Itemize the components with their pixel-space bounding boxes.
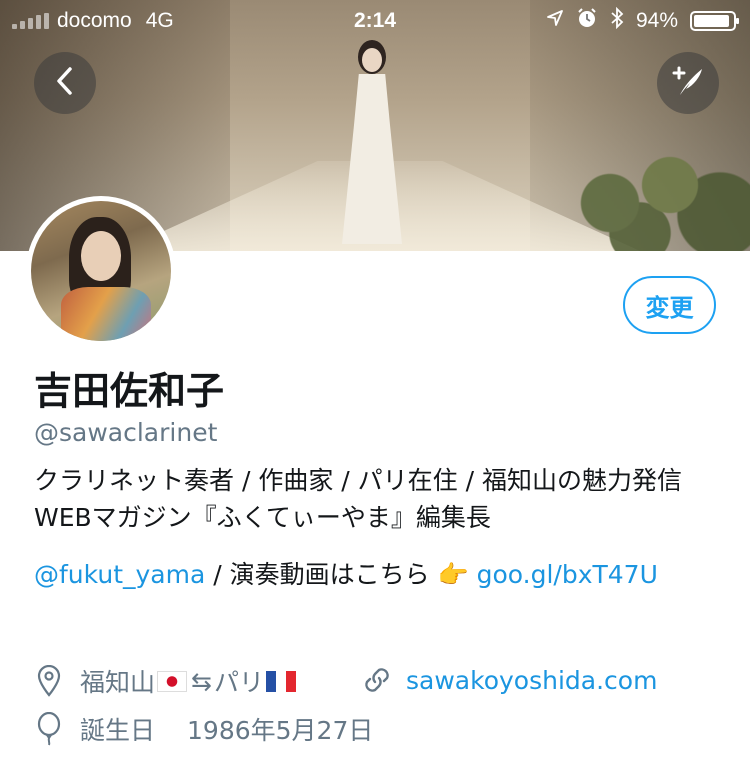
- location-from: 福知山: [80, 668, 156, 697]
- location-arrow-icon: [546, 9, 564, 33]
- avatar[interactable]: [26, 196, 176, 346]
- birthday-label: 誕生日: [80, 716, 156, 745]
- birthday-value: 1986年5月27日: [187, 716, 374, 745]
- banner-plants: [550, 131, 750, 251]
- edit-profile-button[interactable]: 変更: [623, 276, 716, 334]
- location-to: パリ: [213, 668, 264, 697]
- bluetooth-icon: [610, 6, 624, 35]
- location-arrow: ⇆: [191, 666, 212, 696]
- short-url-link[interactable]: goo.gl/bxT47U: [477, 560, 658, 589]
- user-handle: @sawaclarinet: [34, 418, 218, 447]
- japan-flag-icon: [157, 670, 188, 692]
- feather-plus-icon: [668, 61, 708, 105]
- banner-person: [338, 40, 406, 246]
- bio-links: @fukut_yama / 演奏動画はこちら 👉 goo.gl/bxT47U: [34, 555, 724, 594]
- battery-level: [694, 15, 730, 27]
- compose-tweet-button[interactable]: [657, 52, 719, 114]
- mention-link[interactable]: @fukut_yama: [34, 560, 205, 589]
- profile-bio: クラリネット奏者 / 作曲家 / パリ在住 / 福知山の魅力発信WEBマガジン『…: [34, 466, 682, 532]
- profile-location: 福知山 ⇆ パリ: [34, 663, 298, 699]
- display-name: 吉田佐和子: [34, 369, 225, 413]
- battery-icon: [690, 11, 739, 31]
- avatar-photo: [31, 201, 171, 341]
- status-bar: docomo 4G 2:14 94%: [0, 0, 750, 40]
- france-flag-icon: [265, 670, 296, 692]
- website-link[interactable]: sawakoyoshida.com: [406, 666, 657, 695]
- profile-website: sawakoyoshida.com: [360, 663, 657, 697]
- profile-birthday: 誕生日 1986年5月27日: [34, 711, 373, 747]
- balloon-icon: [34, 712, 64, 746]
- map-pin-icon: [34, 664, 64, 698]
- chevron-left-icon: [54, 66, 76, 100]
- back-button[interactable]: [34, 52, 96, 114]
- link-icon: [360, 663, 394, 697]
- bio-link-text: / 演奏動画はこちら 👉: [205, 560, 477, 589]
- battery-percent: 94%: [635, 9, 678, 32]
- alarm-icon: [576, 7, 598, 35]
